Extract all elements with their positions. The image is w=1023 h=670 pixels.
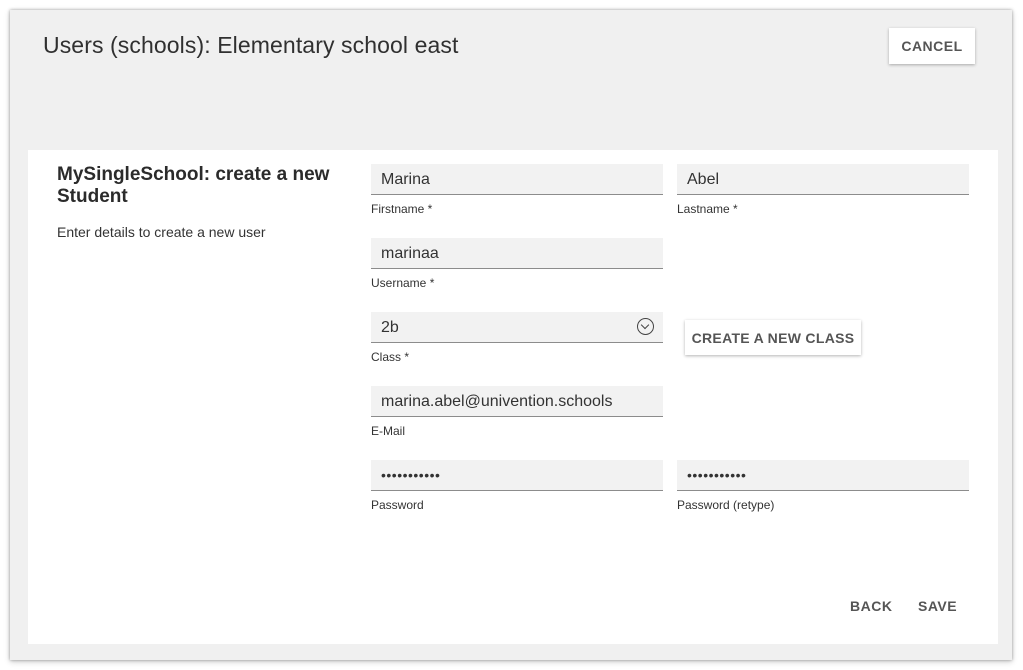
create-new-class-button[interactable]: CREATE A NEW CLASS <box>685 320 861 355</box>
form-description: Enter details to create a new user <box>57 224 266 240</box>
cancel-button[interactable]: CANCEL <box>889 28 975 64</box>
password-input[interactable]: ••••••••••• <box>371 460 663 491</box>
email-label: E-Mail <box>371 424 406 438</box>
email-field: marina.abel@univention.schools E-Mail <box>371 386 663 438</box>
page-title: Users (schools): Elementary school east <box>43 32 459 58</box>
email-input[interactable]: marina.abel@univention.schools <box>371 386 663 417</box>
class-select[interactable]: 2b <box>371 312 663 343</box>
class-select-value: 2b <box>381 319 399 336</box>
save-button[interactable]: SAVE <box>912 594 963 618</box>
class-label: Class * <box>371 350 410 364</box>
username-field: marinaa Username * <box>371 238 663 290</box>
form-panel: MySingleSchool: create a new Student Ent… <box>28 150 998 644</box>
form-title: MySingleSchool: create a new Student <box>57 164 330 207</box>
back-button[interactable]: BACK <box>844 594 898 618</box>
username-input[interactable]: marinaa <box>371 238 663 269</box>
firstname-input[interactable]: Marina <box>371 164 663 195</box>
lastname-input[interactable]: Abel <box>677 164 969 195</box>
dialog: Users (schools): Elementary school east … <box>10 10 1012 660</box>
username-label: Username * <box>371 276 435 290</box>
class-field: 2b Class * <box>371 312 663 364</box>
lastname-label: Lastname * <box>677 202 738 216</box>
firstname-label: Firstname * <box>371 202 433 216</box>
firstname-field: Marina Firstname * <box>371 164 663 216</box>
lastname-field: Abel Lastname * <box>677 164 969 216</box>
password-retype-label: Password (retype) <box>677 498 775 512</box>
password-retype-field: ••••••••••• Password (retype) <box>677 460 969 512</box>
chevron-down-icon[interactable] <box>637 318 654 335</box>
password-retype-input[interactable]: ••••••••••• <box>677 460 969 491</box>
password-field: ••••••••••• Password <box>371 460 663 512</box>
password-label: Password <box>371 498 424 512</box>
